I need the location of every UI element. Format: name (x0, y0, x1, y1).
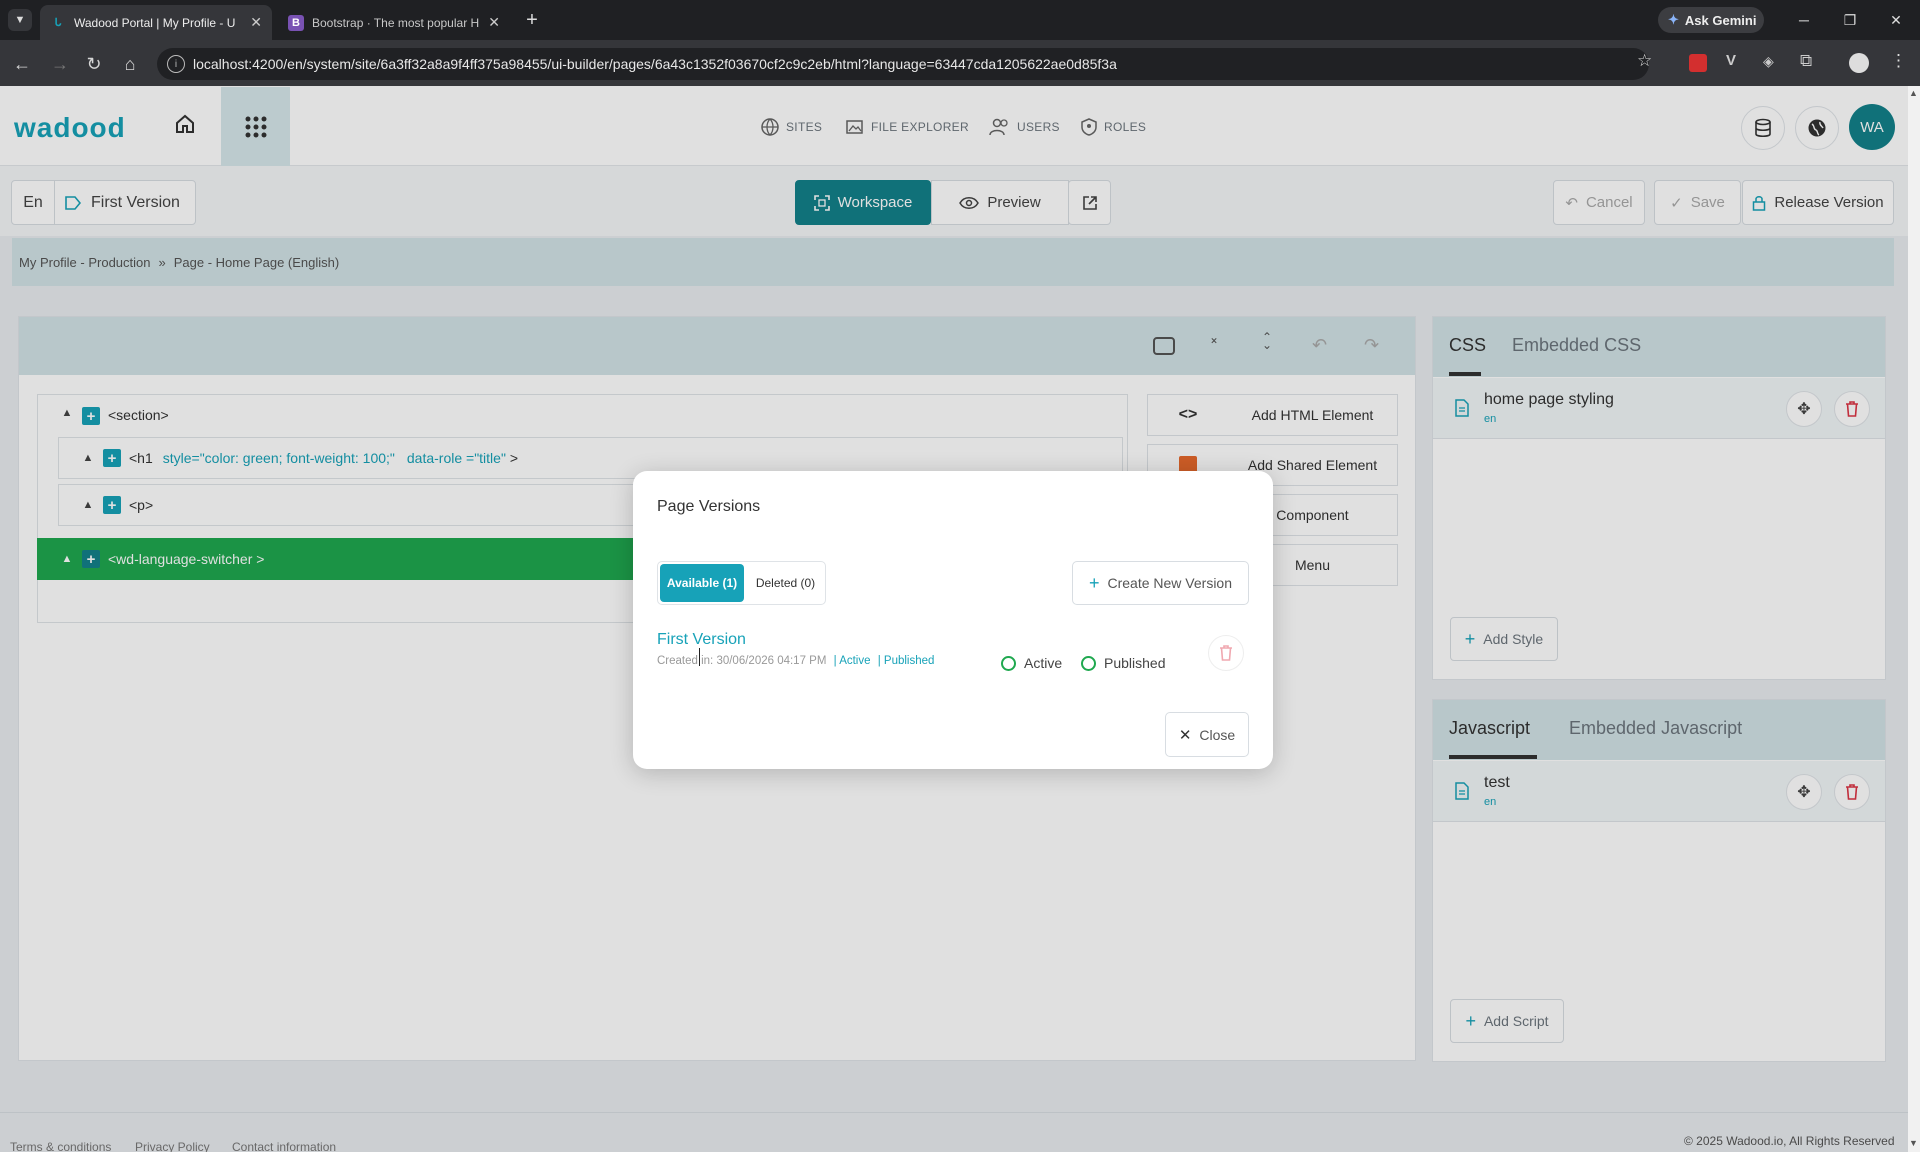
version-name-link[interactable]: First Version (657, 631, 746, 649)
tab-deleted[interactable]: Deleted (0) (746, 562, 825, 604)
forward-arrow-icon[interactable]: → (48, 52, 72, 76)
browser-tab-wadood[interactable]: ᒐ Wadood Portal | My Profile - U ✕ (40, 5, 272, 40)
scroll-down-arrow-icon[interactable]: ▼ (1909, 1138, 1918, 1148)
reload-icon[interactable]: ↻ (82, 52, 106, 76)
close-button[interactable]: ✕ Close (1165, 712, 1249, 757)
tab-deleted-label: Deleted (0) (755, 576, 816, 590)
page-scrollbar[interactable] (1908, 86, 1920, 1152)
home-icon[interactable]: ⌂ (118, 52, 142, 76)
restore-icon[interactable]: ❐ (1838, 8, 1862, 32)
extension-tag-icon[interactable]: ◈ (1763, 53, 1774, 70)
window-close-icon[interactable]: ✕ (1884, 8, 1908, 32)
gemini-sparkle-icon: ✦ (1668, 12, 1679, 27)
extension-red-icon[interactable] (1689, 54, 1707, 72)
tab-close-icon[interactable]: ✕ (250, 14, 262, 31)
version-meta-published: | Published (877, 655, 935, 667)
page-versions-modal: Page Versions Available (1) Deleted (0) … (633, 471, 1273, 769)
url-field[interactable]: i localhost:4200/en/system/site/6a3ff32a… (157, 48, 1649, 80)
trash-icon (1220, 645, 1232, 661)
minimize-icon[interactable]: ─ (1792, 8, 1816, 32)
version-filter-tabs: Available (1) Deleted (0) (657, 561, 826, 605)
tab-available-label: Available (1) (666, 576, 738, 590)
active-radio-label: Active (1024, 655, 1063, 671)
new-tab-plus-icon[interactable]: + (520, 8, 544, 32)
extension-v-icon[interactable]: V (1726, 52, 1736, 69)
close-icon: ✕ (1178, 726, 1192, 744)
bootstrap-favicon-icon: B (288, 14, 304, 31)
gemini-label: Ask Gemini (1684, 12, 1757, 28)
back-arrow-icon[interactable]: ← (10, 52, 34, 76)
tab-close-icon[interactable]: ✕ (488, 14, 500, 31)
profile-icon[interactable] (1849, 53, 1869, 73)
create-new-version-label: Create New Version (1107, 575, 1233, 591)
active-radio[interactable]: Active (1001, 655, 1062, 671)
tab-title: Wadood Portal | My Profile - U (74, 15, 236, 30)
bookmark-star-icon[interactable]: ☆ (1637, 51, 1652, 71)
plus-icon: + (1088, 572, 1100, 593)
modal-title: Page Versions (657, 498, 761, 515)
url-text: localhost:4200/en/system/site/6a3ff32a8a… (193, 56, 1117, 72)
extensions-puzzle-icon[interactable]: ⧉ (1800, 51, 1812, 71)
browser-menu-icon[interactable]: ⋮ (1890, 51, 1907, 71)
browser-tab-bootstrap[interactable]: B Bootstrap · The most popular H ✕ (278, 5, 510, 40)
radio-circle-icon (1001, 655, 1016, 671)
scroll-up-arrow-icon[interactable]: ▲ (1909, 88, 1918, 98)
site-info-icon[interactable]: i (167, 55, 185, 73)
close-label: Close (1199, 726, 1236, 743)
published-radio[interactable]: Published (1081, 655, 1166, 671)
tab-list-chevron-icon[interactable]: ▼ (8, 9, 32, 31)
wadood-favicon-icon: ᒐ (54, 17, 62, 29)
tab-title: Bootstrap · The most popular H (312, 15, 480, 30)
radio-circle-icon (1081, 655, 1096, 671)
tab-available[interactable]: Available (1) (660, 564, 744, 602)
delete-version-button[interactable] (1208, 635, 1244, 671)
create-new-version-button[interactable]: + Create New Version (1072, 561, 1249, 605)
version-created-date: Created in: 30/06/2026 04:17 PM (657, 655, 827, 667)
version-meta-active: | Active (833, 655, 871, 667)
ask-gemini-button[interactable]: ✦ Ask Gemini (1658, 7, 1764, 33)
published-radio-label: Published (1104, 655, 1166, 671)
text-cursor-icon (699, 648, 700, 666)
